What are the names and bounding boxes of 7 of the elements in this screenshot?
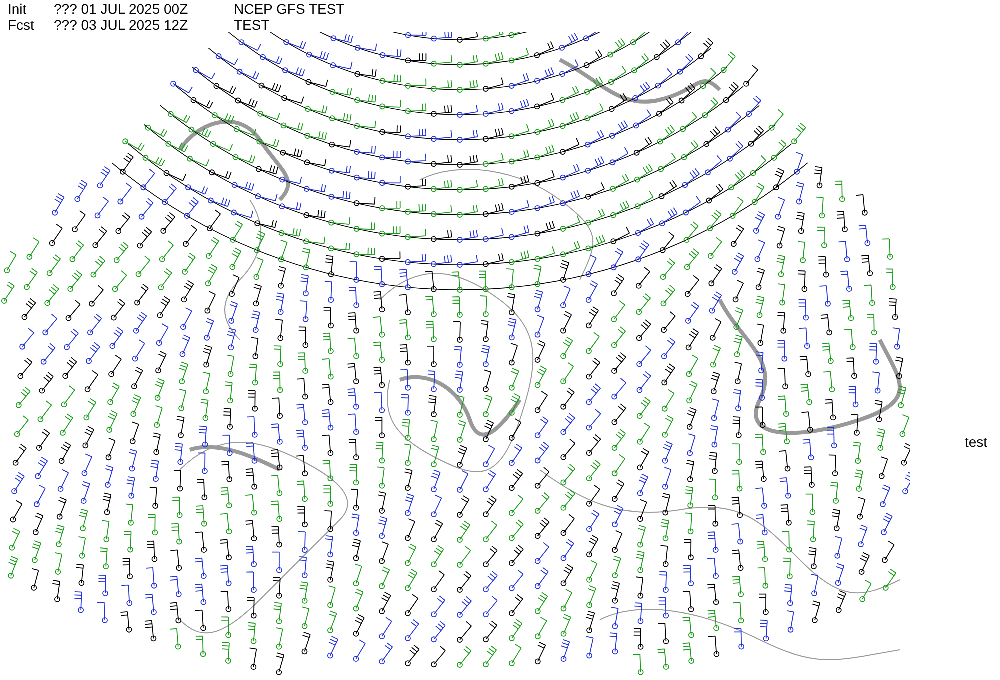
run-time: ??? 01 JUL 2025 00Z [54,1,190,17]
model-title: TEST [234,17,270,33]
model-title: NCEP GFS TEST [234,1,345,17]
run-label: Init [8,1,28,17]
run-label: Fcst [8,17,36,33]
side-label: test [965,433,988,452]
run-time: ??? 03 JUL 2025 12Z [54,17,190,33]
